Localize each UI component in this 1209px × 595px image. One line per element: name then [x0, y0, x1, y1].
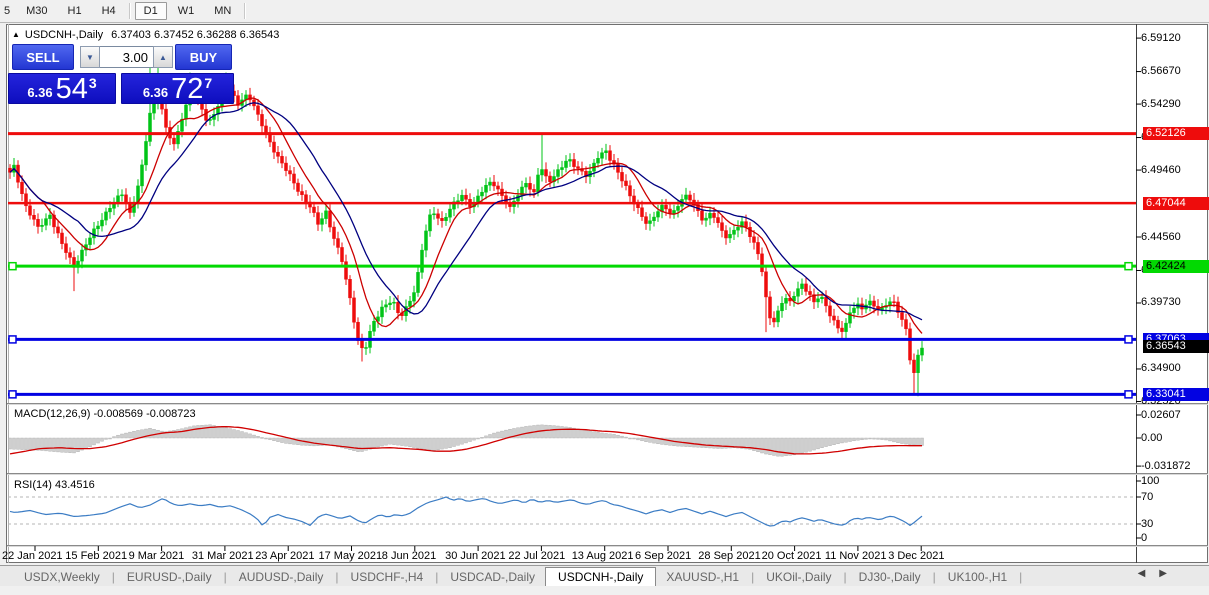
buy-price-prefix: 6.36: [142, 85, 169, 100]
sell-price-prefix: 6.36: [27, 85, 53, 100]
tab-uk100-h1[interactable]: UK100-,H1: [938, 567, 1017, 587]
line-price-label: 6.52126: [1143, 127, 1209, 141]
rsi-indicator-label: RSI(14) 43.4516: [14, 479, 95, 491]
current-price-label: 6.36543: [1143, 340, 1209, 354]
volume-increase-button[interactable]: ▲: [153, 46, 173, 68]
macd-tick-label: 0.02607: [1141, 408, 1181, 421]
rsi-tick-label: 30: [1141, 517, 1154, 530]
date-tick-label: 22 Jul 2021: [508, 550, 566, 562]
tab-separator: |: [435, 569, 439, 584]
tab-usdcnh-daily[interactable]: USDCNH-,Daily: [545, 566, 657, 587]
date-tick-label: 11 Nov 2021: [824, 550, 887, 562]
line-price-label: 6.47044: [1143, 196, 1209, 210]
price-tick-label: 6.39730: [1141, 296, 1181, 309]
chart-symbol-period: USDCNH-,Daily: [24, 29, 104, 41]
collapse-panel-icon[interactable]: ▲: [12, 30, 20, 39]
date-tick-label: 28 Sep 2021: [698, 550, 761, 562]
price-tick-label: 6.54290: [1141, 97, 1181, 110]
status-strip: [0, 586, 1209, 595]
buy-price-main: 72: [171, 73, 204, 105]
buy-price-display[interactable]: 6.36 72 7: [121, 73, 234, 104]
tab-ukoil-daily[interactable]: UKOil-,Daily: [756, 567, 841, 587]
volume-decrease-button[interactable]: ▼: [80, 46, 100, 68]
macd-indicator-label: MACD(12,26,9) -0.008569 -0.008723: [14, 408, 196, 420]
chevron-up-icon: ▲: [159, 52, 167, 62]
sell-button[interactable]: SELL: [12, 44, 74, 70]
tab-dj30-daily[interactable]: DJ30-,Daily: [849, 567, 931, 587]
tab-separator: |: [111, 569, 115, 584]
tab-separator: |: [751, 569, 755, 584]
price-tick-label: 6.49460: [1141, 163, 1181, 176]
tab-eurusd-daily[interactable]: EURUSD-,Daily: [117, 567, 222, 587]
volume-input[interactable]: [100, 46, 153, 68]
rsi-tick-label: 70: [1141, 490, 1154, 503]
date-tick-label: 22 Jan 2021: [2, 550, 63, 562]
trading-terminal-window: 5 M30 H1 H4 D1 W1 MN ▲ USDCNH-,Daily 6.37403 6.3…: [0, 0, 1209, 595]
rsi-tick-label: 100: [1141, 474, 1160, 487]
date-tick-label: 15 Feb 2021: [65, 550, 128, 562]
date-tick-label: 23 Apr 2021: [255, 550, 315, 562]
chart-ohlc-values: 6.37403 6.37452 6.36288 6.36543: [111, 29, 280, 41]
buy-price-pip: 7: [204, 75, 213, 91]
date-tick-label: 6 Sep 2021: [635, 550, 692, 562]
tab-separator: |: [223, 569, 227, 584]
price-tick-label: 6.59120: [1141, 31, 1181, 44]
macd-tick-label: -0.031872: [1141, 459, 1191, 472]
price-tick-label: 6.44560: [1141, 230, 1181, 243]
tab-usdx-weekly[interactable]: USDX,Weekly: [14, 567, 110, 587]
chevron-down-icon: ▼: [86, 52, 94, 62]
tab-usdcad-daily[interactable]: USDCAD-,Daily: [440, 567, 545, 587]
line-price-label: 6.42424: [1143, 259, 1209, 273]
date-tick-label: 9 Mar 2021: [128, 550, 185, 562]
date-tick-label: 31 Mar 2021: [191, 550, 254, 562]
date-tick-label: 3 Dec 2021: [888, 550, 945, 562]
date-tick-label: 8 Jun 2021: [381, 550, 437, 562]
tab-separator: |: [335, 569, 339, 584]
price-tick-label: 6.56670: [1141, 65, 1181, 78]
one-click-trading-panel: SELL ▼ ▲ BUY 6.36 54 3 6.36 72 7: [8, 44, 234, 104]
scroll-right-icon[interactable]: ▶: [1159, 568, 1181, 579]
line-price-label: 6.33041: [1143, 387, 1209, 401]
tab-usdchf-h4[interactable]: USDCHF-,H4: [341, 567, 434, 587]
scroll-left-icon[interactable]: ◀: [1138, 568, 1160, 579]
sell-price-pip: 3: [88, 75, 97, 91]
price-tick-label: 6.34900: [1141, 362, 1181, 375]
date-tick-label: 30 Jun 2021: [445, 550, 506, 562]
symbol-tab-bar: USDX,Weekly | EURUSD-,Daily | AUDUSD-,Daily |…: [0, 565, 1209, 587]
chart-title: ▲ USDCNH-,Daily 6.37403 6.37452 6.36288 6.…: [12, 29, 279, 41]
sell-price-main: 54: [55, 73, 88, 105]
tab-scroll-arrows: ◀▶: [1138, 568, 1181, 579]
buy-button[interactable]: BUY: [175, 44, 232, 70]
macd-tick-label: 0.00: [1141, 431, 1163, 444]
tab-separator: |: [1019, 569, 1023, 584]
date-tick-label: 17 May 2021: [318, 550, 383, 562]
date-tick-label: 13 Aug 2021: [571, 550, 634, 562]
tab-separator: |: [932, 569, 936, 584]
tab-audusd-daily[interactable]: AUDUSD-,Daily: [229, 567, 334, 587]
date-tick-label: 20 Oct 2021: [761, 550, 822, 562]
rsi-tick-label: 0: [1141, 531, 1148, 544]
sell-price-display[interactable]: 6.36 54 3: [8, 73, 116, 104]
tab-xauusd-h1[interactable]: XAUUSD-,H1: [656, 567, 749, 587]
tab-separator: |: [843, 569, 847, 584]
